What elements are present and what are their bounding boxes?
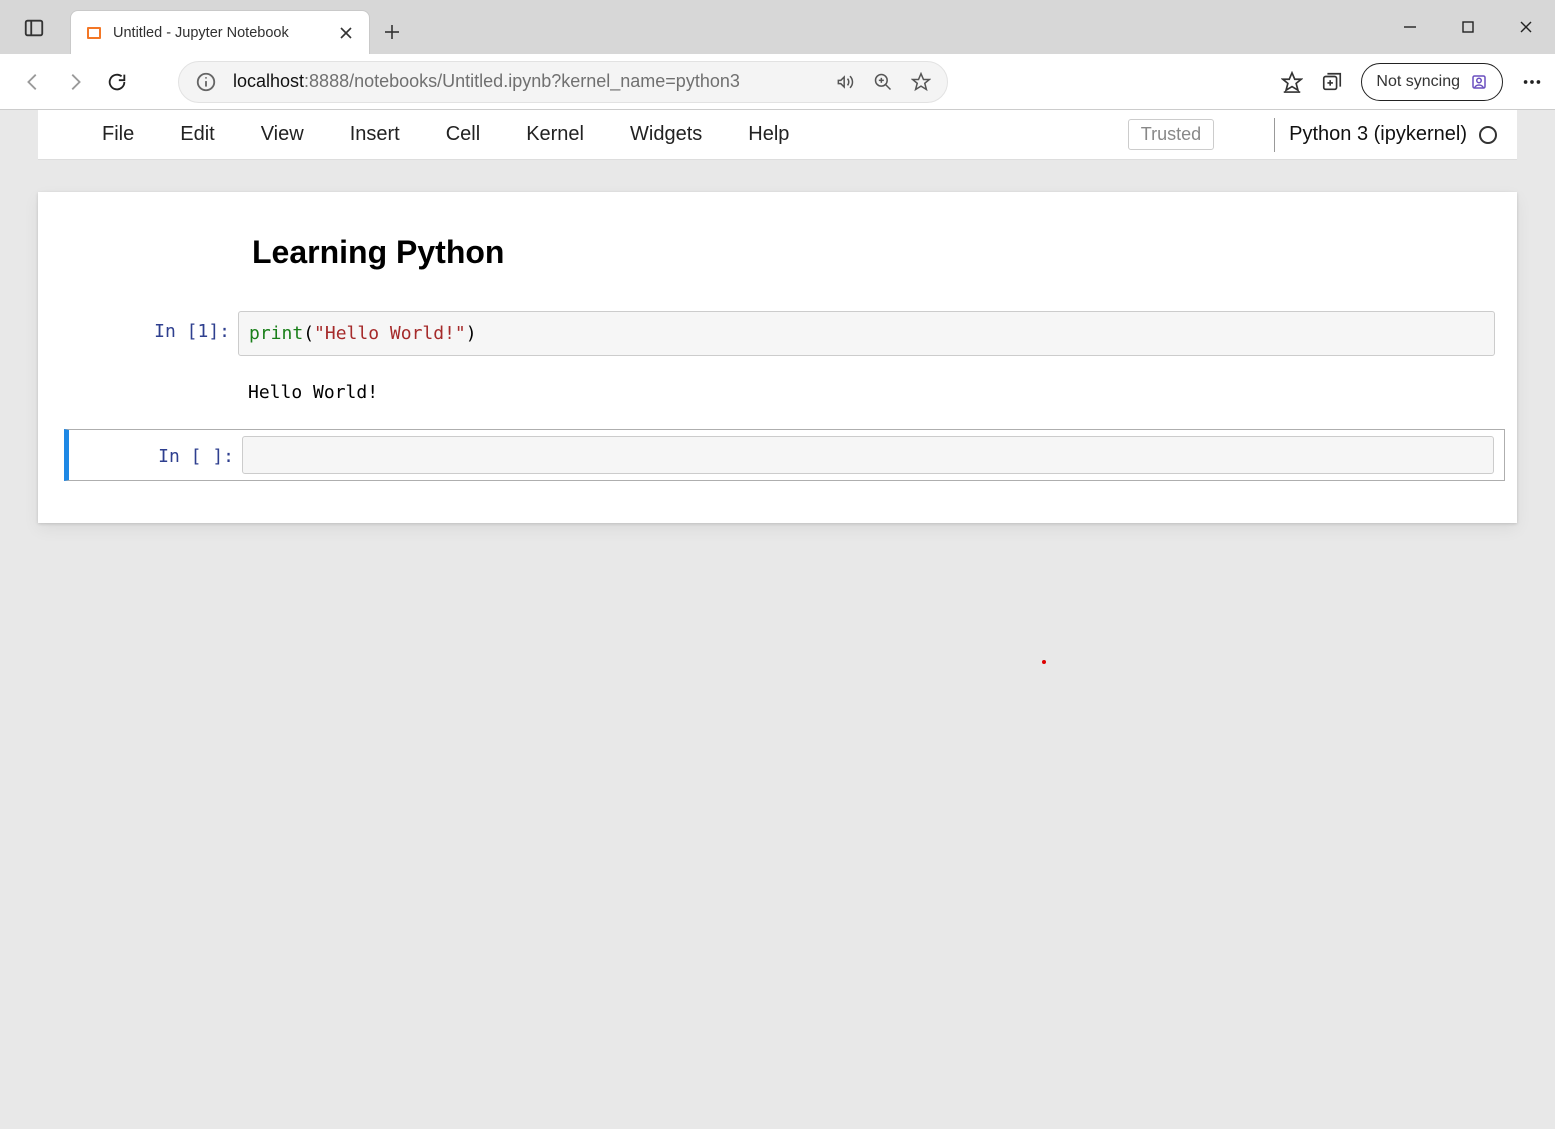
menu-insert[interactable]: Insert [350,123,400,146]
tab-close-icon[interactable] [339,26,353,40]
menu-widgets[interactable]: Widgets [630,123,702,146]
browser-tab[interactable]: Untitled - Jupyter Notebook [70,10,370,54]
browser-toolbar: localhost:8888/notebooks/Untitled.ipynb?… [0,54,1555,110]
more-menu-icon[interactable] [1521,71,1543,93]
favorites-icon[interactable] [1281,71,1303,93]
code-cell[interactable]: In [ ]: [64,429,1505,481]
favorite-add-icon[interactable] [911,72,931,92]
window-close-icon[interactable] [1497,0,1555,54]
cell-output-row: Out[ ]: Hello World! [70,370,1505,415]
nav-forward-button[interactable] [54,61,96,103]
menu-kernel[interactable]: Kernel [526,123,584,146]
url-text: localhost:8888/notebooks/Untitled.ipynb?… [233,71,740,92]
code-token-string: "Hello World!" [314,323,466,344]
tabstrip: Untitled - Jupyter Notebook [62,0,414,54]
output-prompt-spacer: Out[ ]: [70,376,238,409]
menu-edit[interactable]: Edit [180,123,214,146]
menu-cell[interactable]: Cell [446,123,480,146]
markdown-heading[interactable]: Learning Python [252,234,1505,271]
kernel-name[interactable]: Python 3 (ipykernel) [1289,123,1467,146]
tab-title: Untitled - Jupyter Notebook [113,25,309,41]
sync-status-label: Not syncing [1376,73,1460,91]
profile-icon [1470,73,1488,91]
jupyter-menubar: File Edit View Insert Cell Kernel Widget… [38,110,1517,160]
code-token-punc: ( [303,323,314,344]
page-content: File Edit View Insert Cell Kernel Widget… [0,110,1555,1129]
site-info-icon[interactable] [195,71,217,93]
code-cell[interactable]: In [1]: print("Hello World!") [70,305,1505,362]
sync-status-pill[interactable]: Not syncing [1361,63,1503,101]
notebook-container: Learning Python In [1]: print("Hello Wor… [38,192,1517,523]
url-rest: :8888/notebooks/Untitled.ipynb?kernel_na… [304,71,740,91]
window-controls [1381,0,1555,54]
window-minimize-icon[interactable] [1381,0,1439,54]
sidebar-toggle-icon[interactable] [14,8,54,48]
code-token-punc: ) [466,323,477,344]
cell-output: Hello World! [238,376,1495,409]
cell-input[interactable] [242,436,1494,474]
decorative-dot [1042,660,1046,664]
address-bar[interactable]: localhost:8888/notebooks/Untitled.ipynb?… [178,61,948,103]
menu-file[interactable]: File [102,123,134,146]
kernel-separator [1274,118,1275,152]
read-aloud-icon[interactable] [835,72,855,92]
menu-help[interactable]: Help [748,123,789,146]
zoom-icon[interactable] [873,72,893,92]
nav-back-button[interactable] [12,61,54,103]
code-token-builtin: print [249,323,303,344]
kernel-status-icon[interactable] [1479,126,1497,144]
new-tab-button[interactable] [370,10,414,54]
nav-refresh-button[interactable] [96,61,138,103]
cell-prompt: In [ ]: [74,436,242,474]
window-maximize-icon[interactable] [1439,0,1497,54]
cell-prompt: In [1]: [70,311,238,356]
jupyter-favicon-icon [85,24,103,42]
collections-icon[interactable] [1321,71,1343,93]
browser-titlebar: Untitled - Jupyter Notebook [0,0,1555,54]
cell-input[interactable]: print("Hello World!") [238,311,1495,356]
menu-view[interactable]: View [261,123,304,146]
trusted-indicator[interactable]: Trusted [1128,119,1214,150]
url-host: localhost [233,71,304,91]
